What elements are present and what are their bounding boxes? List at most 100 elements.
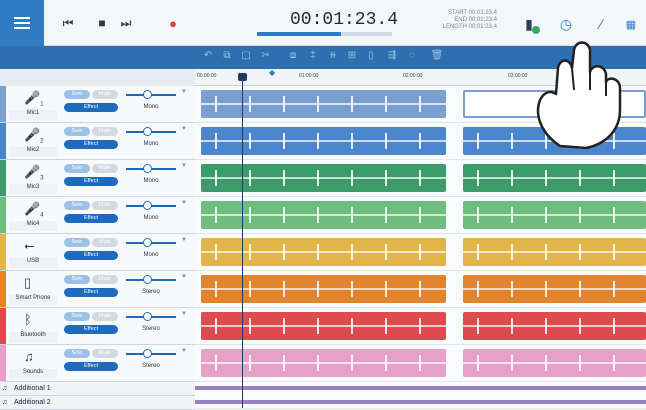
solo-button[interactable]: Solo: [64, 201, 90, 210]
solo-button[interactable]: Solo: [64, 238, 90, 247]
solo-button[interactable]: Solo: [64, 164, 90, 173]
channel-mode: Mono: [143, 141, 159, 147]
pointing-hand-icon: [536, 41, 622, 150]
track-color-strip: [0, 160, 6, 196]
expand-icon[interactable]: ▼: [181, 348, 187, 354]
track-name: Mic1: [9, 110, 57, 120]
expand-icon[interactable]: ▼: [181, 274, 187, 280]
audio-clip[interactable]: [201, 127, 446, 155]
fit-icon[interactable]: ⊞: [345, 50, 359, 61]
effect-button[interactable]: Effect: [64, 177, 118, 186]
effect-button[interactable]: Effect: [64, 288, 118, 297]
audio-clip[interactable]: [201, 238, 446, 266]
effect-button[interactable]: Effect: [64, 251, 118, 260]
solo-button[interactable]: Solo: [64, 90, 90, 99]
select-icon[interactable]: ⇶: [385, 50, 399, 61]
track-color-strip: [0, 86, 6, 122]
solo-button[interactable]: Solo: [64, 349, 90, 358]
expand-icon[interactable]: ▼: [181, 126, 187, 132]
mute-button[interactable]: Mute: [92, 201, 118, 210]
mute-button[interactable]: Mute: [92, 312, 118, 321]
expand-icon[interactable]: ▼: [181, 311, 187, 317]
audio-clip[interactable]: [463, 349, 646, 377]
effect-button[interactable]: Effect: [64, 325, 118, 334]
mute-button[interactable]: Mute: [92, 90, 118, 99]
waveform-peak: [215, 170, 217, 186]
skip-back-button[interactable]: ⏮: [58, 13, 78, 33]
effect-button[interactable]: Effect: [64, 214, 118, 223]
audio-clip[interactable]: [201, 275, 446, 303]
track-lane: [195, 160, 646, 197]
edit-wand-icon[interactable]: ⁄: [590, 14, 612, 34]
waveform-peak: [385, 96, 387, 112]
additional-track[interactable]: ♫ Additional 1: [0, 382, 195, 396]
audio-clip[interactable]: [201, 312, 446, 340]
skip-forward-button[interactable]: ⏭: [116, 13, 136, 33]
audio-clip[interactable]: [201, 201, 446, 229]
track-lane: [195, 271, 646, 308]
effect-button[interactable]: Effect: [64, 362, 118, 371]
track-number: 4: [40, 212, 44, 219]
audio-clip[interactable]: [201, 90, 446, 118]
mute-button[interactable]: Mute: [92, 164, 118, 173]
clock-icon[interactable]: ◷: [555, 14, 577, 34]
expand-icon[interactable]: ▼: [181, 237, 187, 243]
waveform-peak: [385, 318, 387, 334]
volume-knob[interactable]: [143, 312, 152, 321]
volume-knob[interactable]: [143, 201, 152, 210]
loop-icon[interactable]: ◌: [405, 50, 419, 61]
marker-diamond-icon[interactable]: ◆: [269, 68, 275, 77]
audio-clip[interactable]: [201, 164, 446, 192]
audio-clip[interactable]: [201, 349, 446, 377]
volume-knob[interactable]: [143, 275, 152, 284]
expand-icon[interactable]: ▼: [181, 163, 187, 169]
waveform-peak: [249, 281, 251, 297]
track-color-strip: [0, 345, 6, 381]
mute-button[interactable]: Mute: [92, 275, 118, 284]
solo-button[interactable]: Solo: [64, 275, 90, 284]
delete-icon[interactable]: 🗑: [430, 50, 444, 61]
mute-button[interactable]: Mute: [92, 238, 118, 247]
volume-knob[interactable]: [143, 349, 152, 358]
paste-icon[interactable]: ▢: [239, 50, 253, 61]
expand-icon[interactable]: ▼: [181, 89, 187, 95]
track-name: Bluetooth: [9, 332, 57, 342]
track-row: ▯ Smart Phone Solo Mute Effect Stereo ▼: [0, 271, 195, 308]
volume-knob[interactable]: [143, 164, 152, 173]
audio-clip[interactable]: [463, 238, 646, 266]
channel-mode: Mono: [143, 215, 159, 221]
stop-button[interactable]: ■: [92, 13, 112, 33]
trim-icon[interactable]: ⧺: [326, 50, 340, 61]
audio-clip[interactable]: [463, 312, 646, 340]
undo-icon[interactable]: ↶: [201, 50, 215, 61]
storage-icon[interactable]: ▮: [518, 14, 540, 34]
cut-icon[interactable]: ✂: [259, 50, 273, 61]
audio-clip[interactable]: [463, 164, 646, 192]
effect-button[interactable]: Effect: [64, 103, 118, 112]
mute-button[interactable]: Mute: [92, 349, 118, 358]
split-icon[interactable]: ⧈: [286, 50, 300, 61]
record-button[interactable]: ●: [163, 13, 183, 33]
audio-clip[interactable]: [463, 201, 646, 229]
volume-knob[interactable]: [143, 238, 152, 247]
volume-knob[interactable]: [143, 90, 152, 99]
frame-icon[interactable]: ▯: [364, 50, 378, 61]
track-color-strip: [0, 197, 6, 233]
audio-clip[interactable]: [463, 275, 646, 303]
time-progress[interactable]: [257, 32, 392, 36]
waveform-peak: [215, 281, 217, 297]
solo-button[interactable]: Solo: [64, 127, 90, 136]
music-note-icon: ♫: [24, 349, 34, 364]
waveform: [201, 251, 446, 253]
marker-icon[interactable]: ‡: [306, 50, 320, 61]
effect-button[interactable]: Effect: [64, 140, 118, 149]
waveform-peak: [477, 207, 479, 223]
mute-button[interactable]: Mute: [92, 127, 118, 136]
menu-button[interactable]: [0, 0, 44, 46]
volume-knob[interactable]: [143, 127, 152, 136]
copy-icon[interactable]: ⧉: [220, 50, 234, 61]
playhead[interactable]: [242, 75, 243, 408]
expand-icon[interactable]: ▼: [181, 200, 187, 206]
solo-button[interactable]: Solo: [64, 312, 90, 321]
grid-menu-icon[interactable]: ▦: [620, 14, 642, 34]
